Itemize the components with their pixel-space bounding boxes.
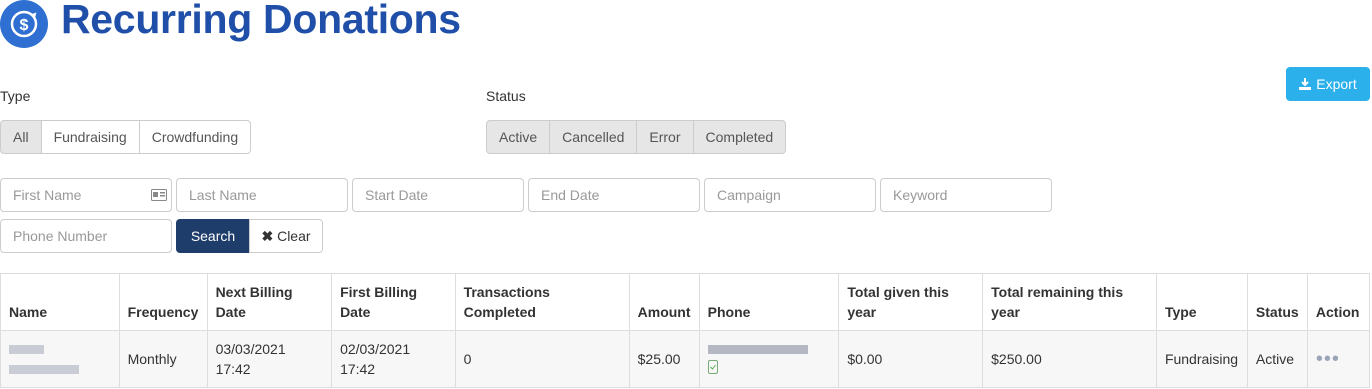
first-billing-date: 02/03/2021 bbox=[340, 341, 411, 357]
type-label: Type bbox=[0, 88, 31, 104]
campaign-input[interactable]: Campaign bbox=[704, 178, 876, 212]
col-first-billing[interactable]: First Billing Date bbox=[331, 273, 456, 331]
last-name-input[interactable]: Last Name bbox=[176, 178, 348, 212]
export-button[interactable]: Export bbox=[1286, 67, 1370, 101]
col-action: Action bbox=[1306, 273, 1371, 331]
id-card-icon bbox=[151, 189, 167, 201]
redacted-phone bbox=[707, 345, 808, 354]
table-header-row: Name Frequency Next Billing Date First B… bbox=[0, 273, 1371, 331]
col-transactions[interactable]: Transactions Completed bbox=[454, 273, 630, 331]
type-crowdfunding-button[interactable]: Crowdfunding bbox=[138, 120, 252, 154]
more-actions-icon[interactable]: ••• bbox=[1316, 348, 1340, 370]
export-label: Export bbox=[1316, 76, 1357, 92]
col-total-remaining[interactable]: Total remaining this year bbox=[982, 273, 1157, 331]
first-name-input[interactable]: First Name bbox=[0, 178, 172, 212]
cell-type: Fundraising bbox=[1155, 330, 1248, 388]
cell-transactions: 0 bbox=[454, 330, 630, 388]
cell-total-given: $0.00 bbox=[838, 330, 984, 388]
svg-text:$: $ bbox=[20, 17, 29, 34]
col-name[interactable]: Name bbox=[0, 273, 120, 331]
col-frequency[interactable]: Frequency bbox=[118, 273, 208, 331]
donations-table: Name Frequency Next Billing Date First B… bbox=[0, 273, 1371, 388]
next-billing-date: 03/03/2021 bbox=[215, 341, 286, 357]
cell-name bbox=[0, 330, 120, 388]
download-icon bbox=[1299, 78, 1312, 90]
cell-status: Active bbox=[1246, 330, 1308, 388]
status-cancelled-button[interactable]: Cancelled bbox=[549, 120, 638, 154]
page-title: Recurring Donations bbox=[61, 0, 461, 42]
status-active-button[interactable]: Active bbox=[486, 120, 551, 154]
status-filter-group: Active Cancelled Error Completed bbox=[486, 120, 787, 154]
col-phone[interactable]: Phone bbox=[698, 273, 840, 331]
type-all-button[interactable]: All bbox=[0, 120, 42, 154]
status-error-button[interactable]: Error bbox=[636, 120, 694, 154]
col-total-given[interactable]: Total given this year bbox=[838, 273, 984, 331]
type-filter-group: All Fundraising Crowdfunding bbox=[0, 120, 252, 154]
mobile-phone-icon bbox=[707, 360, 718, 374]
cell-amount: $25.00 bbox=[628, 330, 700, 388]
keyword-input[interactable]: Keyword bbox=[880, 178, 1052, 212]
cell-phone bbox=[698, 330, 840, 388]
next-billing-time: 17:42 bbox=[215, 361, 251, 377]
cell-frequency: Monthly bbox=[118, 330, 208, 388]
status-completed-button[interactable]: Completed bbox=[692, 120, 787, 154]
phone-number-input[interactable]: Phone Number bbox=[0, 219, 172, 253]
col-status[interactable]: Status bbox=[1246, 273, 1308, 331]
clear-label: Clear bbox=[277, 228, 311, 244]
clear-button[interactable]: ✖ Clear bbox=[249, 219, 323, 253]
start-date-input[interactable]: Start Date bbox=[352, 178, 524, 212]
end-date-input[interactable]: End Date bbox=[528, 178, 700, 212]
cell-total-remaining: $250.00 bbox=[982, 330, 1157, 388]
table-row[interactable]: Monthly 03/03/2021 17:42 02/03/2021 17:4… bbox=[0, 330, 1371, 388]
status-label: Status bbox=[486, 88, 526, 104]
first-name-placeholder: First Name bbox=[13, 187, 82, 203]
redacted-name bbox=[9, 345, 44, 354]
type-fundraising-button[interactable]: Fundraising bbox=[40, 120, 140, 154]
close-icon: ✖ bbox=[261, 228, 274, 244]
redacted-name bbox=[9, 365, 79, 374]
cell-next-billing: 03/03/2021 17:42 bbox=[206, 330, 333, 388]
col-type[interactable]: Type bbox=[1155, 273, 1248, 331]
search-button[interactable]: Search bbox=[176, 219, 250, 253]
cell-first-billing: 02/03/2021 17:42 bbox=[331, 330, 456, 388]
col-amount[interactable]: Amount bbox=[628, 273, 700, 331]
cell-action: ••• bbox=[1306, 330, 1371, 388]
donation-logo-icon: $ bbox=[0, 0, 48, 48]
first-billing-time: 17:42 bbox=[340, 361, 376, 377]
col-next-billing[interactable]: Next Billing Date bbox=[206, 273, 333, 331]
